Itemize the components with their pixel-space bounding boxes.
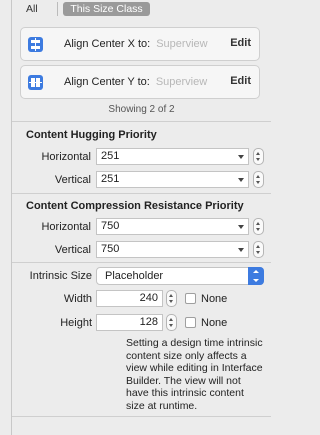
hugging-horizontal-label: Horizontal	[41, 151, 91, 163]
hugging-horizontal-value: 251	[101, 150, 120, 162]
constraint-center-y[interactable]: Align Center Y to: Superview Edit	[20, 65, 260, 99]
compression-title: Content Compression Resistance Priority	[26, 200, 244, 212]
hugging-vertical-value: 251	[101, 173, 120, 185]
constraints-count: Showing 2 of 2	[108, 104, 175, 115]
hugging-vertical-label: Vertical	[54, 174, 91, 186]
divider	[12, 121, 271, 122]
filter-size-class-segment[interactable]: This Size Class	[63, 2, 150, 16]
hugging-vertical-field[interactable]: 251	[96, 171, 249, 188]
intrinsic-size-note: Setting a design time intrinsic content …	[126, 337, 263, 412]
constraint-label: Align Center Y to: Superview	[64, 76, 208, 88]
chevron-down-icon[interactable]	[238, 225, 244, 229]
height-label: Height	[60, 317, 92, 329]
chevron-down-icon[interactable]	[238, 178, 244, 182]
width-label: Width	[63, 293, 92, 305]
compression-horizontal-label: Horizontal	[41, 221, 91, 233]
divider	[12, 262, 271, 263]
height-none-checkbox[interactable]	[185, 317, 196, 328]
align-center-y-icon	[28, 75, 43, 90]
constraint-label: Align Center X to: Superview	[64, 38, 208, 50]
chevron-down-icon[interactable]	[238, 248, 244, 252]
height-stepper[interactable]	[166, 314, 177, 331]
intrinsic-size-value: Placeholder	[105, 270, 164, 282]
compression-vertical-label: Vertical	[54, 244, 91, 256]
intrinsic-size-label: Intrinsic Size	[29, 270, 92, 282]
compression-vertical-field[interactable]: 750	[96, 241, 249, 258]
compression-horizontal-field[interactable]: 750	[96, 218, 249, 235]
width-none-label: None	[201, 293, 228, 305]
intrinsic-size-popup[interactable]: Placeholder	[96, 267, 264, 285]
constraint-center-x[interactable]: Align Center X to: Superview Edit	[20, 27, 260, 61]
align-center-x-icon	[28, 37, 43, 52]
compression-vertical-stepper[interactable]	[253, 241, 264, 258]
chevron-down-icon[interactable]	[238, 155, 244, 159]
edit-constraint-button[interactable]: Edit	[230, 37, 251, 49]
divider	[12, 193, 271, 194]
width-none-checkbox[interactable]	[185, 293, 196, 304]
hugging-horizontal-field[interactable]: 251	[96, 148, 249, 165]
width-field[interactable]: 240	[96, 290, 163, 307]
popup-chevron-icon[interactable]	[248, 267, 264, 285]
panel-left-border	[11, 0, 12, 435]
hugging-title: Content Hugging Priority	[26, 129, 157, 141]
hugging-horizontal-stepper[interactable]	[253, 148, 264, 165]
compression-horizontal-stepper[interactable]	[253, 218, 264, 235]
height-field[interactable]: 128	[96, 314, 163, 331]
height-none-label: None	[201, 317, 228, 329]
edit-constraint-button[interactable]: Edit	[230, 75, 251, 87]
filter-all-segment[interactable]: All	[20, 2, 58, 16]
hugging-vertical-stepper[interactable]	[253, 171, 264, 188]
divider	[12, 416, 271, 417]
compression-horizontal-value: 750	[101, 220, 120, 232]
compression-vertical-value: 750	[101, 243, 120, 255]
width-stepper[interactable]	[166, 290, 177, 307]
